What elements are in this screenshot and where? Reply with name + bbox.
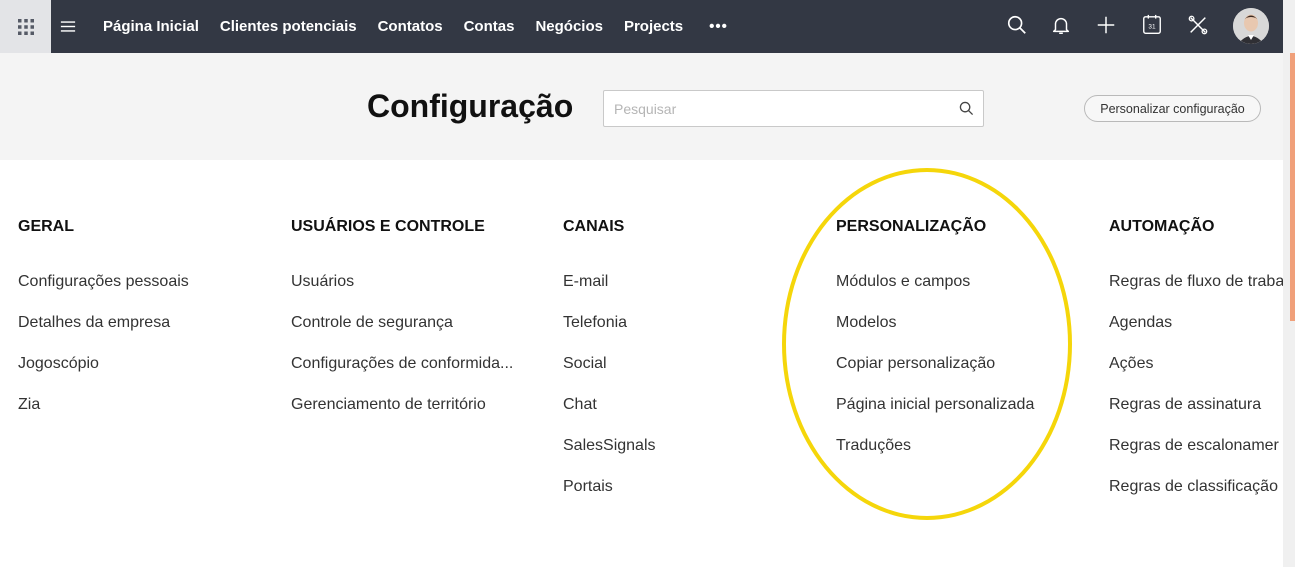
nav-item-projects[interactable]: Projects [624,18,683,35]
top-navigation-bar: Página Inicial Clientes potenciais Conta… [0,0,1283,53]
hamburger-icon [60,20,76,32]
settings-column-customization: PERSONALIZAÇÃO Módulos e campos Modelos … [836,218,1034,478]
nav-item-contacts[interactable]: Contatos [378,18,443,35]
user-avatar-icon [1233,8,1269,44]
nav-item-home[interactable]: Página Inicial [103,18,199,35]
settings-link[interactable]: Gerenciamento de território [291,396,513,437]
column-title: CANAIS [563,218,625,235]
nav-item-accounts[interactable]: Contas [464,18,515,35]
app-grid-icon [17,18,34,35]
settings-link[interactable]: Ações [1109,355,1284,396]
settings-link[interactable]: Regras de assinatura [1109,396,1284,437]
settings-link[interactable]: Copiar personalização [836,355,1034,396]
settings-link[interactable]: Regras de fluxo de traba [1109,273,1284,314]
settings-column-channels: CANAIS E-mail Telefonia Social Chat Sale… [563,218,656,519]
hamburger-menu-button[interactable] [60,17,78,35]
settings-link[interactable]: SalesSignals [563,437,656,478]
settings-column-users-control: USUÁRIOS E CONTROLE Usuários Controle de… [291,218,513,437]
column-title: AUTOMAÇÃO [1109,218,1215,235]
settings-column-general: GERAL Configurações pessoais Detalhes da… [18,218,189,437]
settings-search-field[interactable] [603,90,984,127]
nav-item-leads[interactable]: Clientes potenciais [220,18,357,35]
scrollbar-thumb[interactable] [1290,53,1295,321]
svg-text:31: 31 [1148,24,1156,31]
settings-link[interactable]: Modelos [836,314,1034,355]
main-nav: Página Inicial Clientes potenciais Conta… [103,0,728,53]
customize-settings-button[interactable]: Personalizar configuração [1084,95,1261,122]
settings-link[interactable]: Jogoscópio [18,355,189,396]
settings-link[interactable]: Página inicial personalizada [836,396,1034,437]
column-title: PERSONALIZAÇÃO [836,218,987,235]
settings-link[interactable]: E-mail [563,273,656,314]
settings-link[interactable]: Módulos e campos [836,273,1034,314]
plus-icon[interactable] [1094,13,1118,37]
column-title: USUÁRIOS E CONTROLE [291,218,485,235]
settings-link[interactable]: Chat [563,396,656,437]
settings-link[interactable]: Zia [18,396,189,437]
app-grid-button[interactable] [0,0,51,53]
settings-link[interactable]: Regras de escalonamer [1109,437,1284,478]
settings-link[interactable]: Detalhes da empresa [18,314,189,355]
settings-link[interactable]: Configurações de conformida... [291,355,513,396]
tools-icon[interactable] [1186,13,1210,37]
settings-link[interactable]: Controle de segurança [291,314,513,355]
more-modules-button[interactable]: ••• [709,18,728,35]
page-title: Configuração [367,88,574,124]
settings-link[interactable]: Telefonia [563,314,656,355]
user-avatar[interactable] [1233,8,1269,44]
search-icon[interactable] [1005,13,1029,37]
bell-icon[interactable] [1049,13,1073,37]
settings-link[interactable]: Traduções [836,437,1034,478]
settings-link[interactable]: Regras de classificação [1109,478,1284,519]
settings-column-automation: AUTOMAÇÃO Regras de fluxo de traba Agend… [1109,218,1284,519]
settings-link[interactable]: Usuários [291,273,513,314]
search-icon[interactable] [959,101,974,116]
settings-search-input[interactable] [604,91,944,126]
calendar-icon[interactable]: 31 [1140,13,1164,37]
settings-link[interactable]: Configurações pessoais [18,273,189,314]
settings-link[interactable]: Social [563,355,656,396]
settings-link[interactable]: Portais [563,478,656,519]
settings-link[interactable]: Agendas [1109,314,1284,355]
nav-item-deals[interactable]: Negócios [535,18,603,35]
column-title: GERAL [18,218,74,235]
